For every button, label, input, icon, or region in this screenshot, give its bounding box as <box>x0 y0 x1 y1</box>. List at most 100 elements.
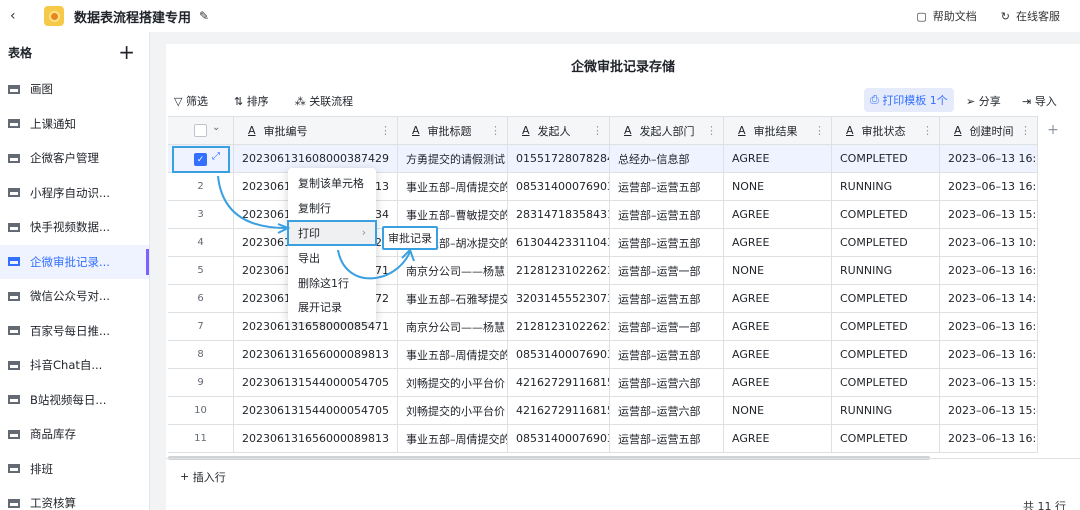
table-cell[interactable]: 2023–06–13 15:02 <box>940 201 1038 229</box>
table-cell[interactable]: 方勇提交的请假测试 <box>398 145 508 173</box>
sidebar-item[interactable]: 画图 <box>0 72 149 107</box>
table-cell[interactable]: 事业五部–曹敏提交的 <box>398 201 508 229</box>
table-cell[interactable]: NONE <box>724 173 832 201</box>
table-cell[interactable]: AGREE <box>724 341 832 369</box>
table-cell[interactable]: 2023–06–13 15:44 <box>940 397 1038 425</box>
table-cell[interactable]: 运营部–运营五部 <box>610 341 724 369</box>
table-cell[interactable]: 总经办–信息部 <box>610 145 724 173</box>
table-cell[interactable]: 事业五部–周倩提交的 <box>398 425 508 453</box>
row-checkbox-checked[interactable]: ✓ <box>194 153 207 166</box>
sidebar-item[interactable]: 百家号每日推... <box>0 314 149 349</box>
menu-expand-record[interactable]: 展开记录 <box>288 295 376 320</box>
column-menu-icon[interactable]: ⋮ <box>1020 124 1031 137</box>
table-cell[interactable]: 2023–06–13 16:58 <box>940 313 1038 341</box>
back-icon[interactable]: ‹ <box>10 8 32 24</box>
menu-delete-row[interactable]: 删除这1行 <box>288 270 376 295</box>
filter-button[interactable]: ▽ 筛选 <box>174 93 208 109</box>
insert-row-button[interactable]: + 插入行 <box>166 458 1080 494</box>
table-cell[interactable]: 2023–06–13 16:08 <box>940 145 1038 173</box>
select-all-checkbox[interactable] <box>194 124 207 137</box>
table-cell[interactable]: 南京分公司——杨慧 <box>398 313 508 341</box>
table-cell[interactable]: COMPLETED <box>832 145 940 173</box>
table-cell[interactable]: AGREE <box>724 229 832 257</box>
table-cell[interactable]: RUNNING <box>832 173 940 201</box>
column-header[interactable]: A 审批状态 ⋮ <box>832 117 940 145</box>
table-cell[interactable]: 2023–06–13 16:56 <box>940 425 1038 453</box>
row-index[interactable]: 4 <box>168 229 234 257</box>
table-cell[interactable]: COMPLETED <box>832 285 940 313</box>
share-button[interactable]: ➢ 分享 <box>966 93 1001 109</box>
sidebar-item[interactable]: 上课通知 <box>0 107 149 142</box>
column-header[interactable]: A 发起人 ⋮ <box>508 117 610 145</box>
column-menu-icon[interactable]: ⋮ <box>490 124 501 137</box>
table-cell[interactable]: RUNNING <box>832 257 940 285</box>
add-column-button[interactable]: + <box>1038 116 1068 144</box>
sidebar-item[interactable]: 企微客户管理 <box>0 141 149 176</box>
sidebar-item[interactable]: 商品库存 <box>0 417 149 452</box>
sidebar-item[interactable]: 快手视频数据... <box>0 210 149 245</box>
table-cell[interactable]: 08531400076903695 <box>508 425 610 453</box>
table-cell[interactable]: 事业五部–周倩提交的 <box>398 341 508 369</box>
table-cell[interactable]: COMPLETED <box>832 229 940 257</box>
print-template-button[interactable]: ⎙ 打印模板 1个 <box>864 88 954 112</box>
expand-icon[interactable]: ⤢ <box>212 151 220 162</box>
menu-print[interactable]: 打印 › <box>287 219 377 247</box>
table-cell[interactable]: 2023–06–13 10:58 <box>940 229 1038 257</box>
table-cell[interactable]: COMPLETED <box>832 341 940 369</box>
table-cell[interactable]: 2023–06–13 16:56 <box>940 173 1038 201</box>
table-cell[interactable]: 2023–06–13 16:56 <box>940 341 1038 369</box>
table-cell[interactable]: 21281231022623578 <box>508 257 610 285</box>
add-table-button[interactable]: + <box>118 40 135 64</box>
table-cell[interactable]: 202306131656000089813 <box>234 425 398 453</box>
sidebar-item[interactable]: 工资核算 <box>0 486 149 510</box>
table-cell[interactable]: 运营部–运营五部 <box>610 173 724 201</box>
table-cell[interactable]: 运营部–运营一部 <box>610 257 724 285</box>
menu-copy-cell[interactable]: 复制该单元格 <box>288 171 376 196</box>
table-cell[interactable]: 运营部–运营六部 <box>610 369 724 397</box>
menu-export[interactable]: 导出 <box>288 245 376 270</box>
table-cell[interactable]: 2023–06–13 15:44 <box>940 369 1038 397</box>
table-cell[interactable]: 刘畅提交的小平台价 <box>398 369 508 397</box>
sidebar-item[interactable]: B站视频每日... <box>0 383 149 418</box>
table-cell[interactable]: 运营部–运营五部 <box>610 285 724 313</box>
row-index[interactable]: 7 <box>168 313 234 341</box>
table-cell[interactable]: AGREE <box>724 369 832 397</box>
row-index[interactable]: 5 <box>168 257 234 285</box>
sidebar-item[interactable]: 排班 <box>0 452 149 487</box>
column-menu-icon[interactable]: ⋮ <box>922 124 933 137</box>
table-cell[interactable]: 28314718358431267 <box>508 201 610 229</box>
table-cell[interactable]: AGREE <box>724 425 832 453</box>
row-index[interactable]: 2 <box>168 173 234 201</box>
table-cell[interactable]: NONE <box>724 397 832 425</box>
table-cell[interactable]: 21281231022623578 <box>508 313 610 341</box>
import-button[interactable]: ⇥ 导入 <box>1022 93 1057 109</box>
sort-button[interactable]: ⇅ 排序 <box>234 93 269 109</box>
table-cell[interactable]: RUNNING <box>832 397 940 425</box>
table-cell[interactable]: 61304423311043691 <box>508 229 610 257</box>
table-cell[interactable]: AGREE <box>724 201 832 229</box>
sidebar-item[interactable]: 小程序自动识... <box>0 176 149 211</box>
column-header[interactable]: A 审批标题 ⋮ <box>398 117 508 145</box>
column-menu-icon[interactable]: ⋮ <box>380 124 391 137</box>
table-cell[interactable]: NONE <box>724 257 832 285</box>
table-cell[interactable]: COMPLETED <box>832 313 940 341</box>
row-index[interactable]: 10 <box>168 397 234 425</box>
sidebar-item[interactable]: 抖音Chat自... <box>0 348 149 383</box>
table-cell[interactable]: 2023–06–13 16:58 <box>940 257 1038 285</box>
table-cell[interactable]: 08531400076903695 <box>508 341 610 369</box>
column-header[interactable]: A 创建时间 ⋮ <box>940 117 1038 145</box>
table-cell[interactable]: COMPLETED <box>832 369 940 397</box>
column-header[interactable]: A 审批编号 ⋮ <box>234 117 398 145</box>
column-menu-icon[interactable]: ⋮ <box>814 124 825 137</box>
table-cell[interactable]: 运营部–运营五部 <box>610 201 724 229</box>
table-cell[interactable]: 运营部–运营五部 <box>610 229 724 257</box>
table-cell[interactable]: 08531400076903695 <box>508 173 610 201</box>
row-index[interactable]: 8 <box>168 341 234 369</box>
edit-icon[interactable]: ✎ <box>199 9 209 23</box>
menu-copy-row[interactable]: 复制行 <box>288 196 376 221</box>
table-cell[interactable]: AGREE <box>724 145 832 173</box>
table-cell[interactable]: 01551728078284621 <box>508 145 610 173</box>
table-cell[interactable]: 运营部–运营五部 <box>610 425 724 453</box>
table-cell[interactable]: 4216272911681517 <box>508 397 610 425</box>
linked-flow-button[interactable]: ⁂ 关联流程 <box>295 93 354 109</box>
